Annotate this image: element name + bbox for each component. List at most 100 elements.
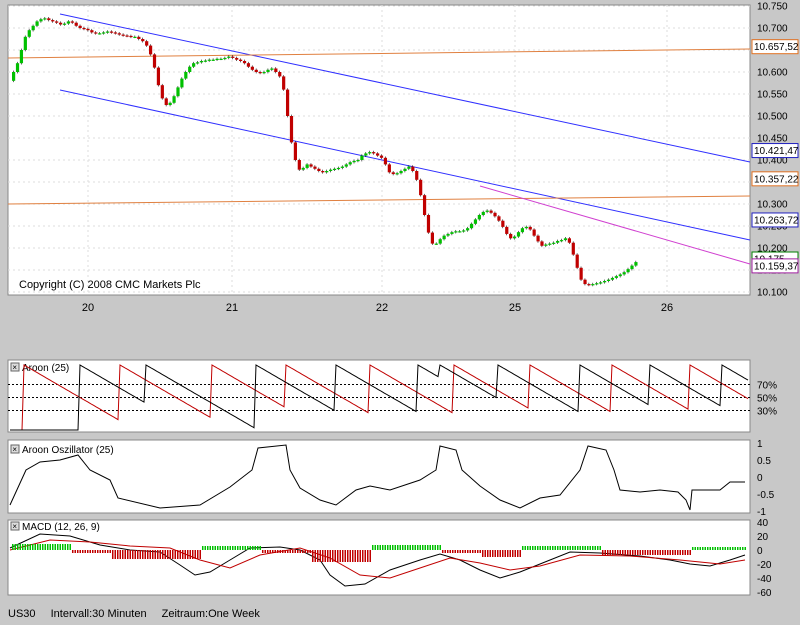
macd-tick-label: 40: [757, 518, 769, 529]
macd-histogram-bar: [377, 545, 379, 550]
candle-body: [458, 231, 461, 232]
macd-histogram-bar: [255, 546, 257, 550]
macd-histogram-bar: [547, 546, 549, 550]
macd-histogram-bar: [652, 550, 654, 555]
candle-body: [98, 33, 101, 34]
candle-body: [212, 60, 215, 61]
macd-histogram-bar: [40, 544, 42, 550]
macd-histogram-bar: [497, 550, 499, 557]
y-tick-label: 10.450: [757, 134, 788, 145]
macd-histogram-bar: [600, 546, 602, 550]
macd-histogram-bar: [192, 550, 194, 559]
candle-body: [482, 212, 485, 215]
candle-body: [388, 164, 391, 172]
macd-histogram-bar: [15, 544, 17, 550]
macd-histogram-bar: [435, 545, 437, 550]
macd-histogram-bar: [410, 545, 412, 550]
macd-histogram-bar: [707, 547, 709, 550]
macd-histogram-bar: [380, 545, 382, 550]
macd-histogram-bar: [302, 550, 304, 553]
candle-body: [247, 63, 250, 67]
macd-histogram-bar: [287, 550, 289, 553]
macd-histogram-bar: [292, 550, 294, 553]
macd-histogram-bar: [300, 550, 302, 553]
macd-histogram-bar: [367, 550, 369, 562]
y-tick-label: 10.100: [757, 288, 788, 299]
macd-histogram-bar: [640, 550, 642, 555]
macd-histogram-bar: [677, 550, 679, 555]
candle-body: [513, 237, 516, 239]
macd-histogram-bar: [172, 550, 174, 559]
macd-histogram-bar: [230, 546, 232, 550]
macd-histogram-bar: [442, 550, 444, 553]
macd-histogram-bar: [372, 545, 374, 550]
macd-histogram-bar: [745, 547, 747, 550]
macd-histogram-bar: [80, 550, 82, 553]
macd-histogram-bar: [200, 550, 202, 559]
macd-histogram-bar: [712, 547, 714, 550]
candle-body: [634, 262, 637, 266]
macd-histogram-bar: [525, 546, 527, 550]
y-tick-label: 10.300: [757, 200, 788, 211]
macd-histogram-bar: [85, 550, 87, 553]
macd-histogram-bar: [480, 550, 482, 553]
candle-body: [619, 274, 622, 276]
macd-histogram-bar: [147, 550, 149, 559]
macd-histogram-bar: [430, 545, 432, 550]
y-tick-label: 10.700: [757, 24, 788, 35]
macd-histogram-bar: [140, 550, 142, 559]
macd-histogram-bar: [562, 546, 564, 550]
macd-histogram-bar: [412, 545, 414, 550]
macd-histogram-bar: [620, 550, 622, 555]
candle-body: [94, 32, 97, 33]
macd-histogram-bar: [405, 545, 407, 550]
candle-body: [544, 244, 547, 245]
candle-body: [583, 280, 586, 284]
candle-body: [568, 238, 571, 242]
macd-histogram-bar: [352, 550, 354, 562]
macd-histogram-bar: [575, 546, 577, 550]
candle-body: [12, 72, 15, 81]
macd-histogram-bar: [507, 550, 509, 557]
candle-body: [556, 241, 559, 243]
macd-histogram-bar: [290, 550, 292, 553]
candle-body: [102, 32, 105, 33]
macd-histogram-bar: [205, 546, 207, 550]
macd-histogram-bar: [45, 544, 47, 550]
macd-histogram-bar: [52, 544, 54, 550]
macd-histogram-bar: [522, 546, 524, 550]
macd-histogram-bar: [232, 546, 234, 550]
candle-body: [443, 236, 446, 240]
candle-body: [306, 164, 309, 168]
candle-body: [611, 278, 614, 280]
macd-histogram-bar: [132, 550, 134, 559]
macd-histogram-bar: [50, 544, 52, 550]
candle-body: [349, 162, 352, 164]
macd-histogram-bar: [705, 547, 707, 550]
price-tag-label: 10.263,72: [754, 215, 799, 226]
macd-histogram-bar: [137, 550, 139, 559]
macd-histogram-bar: [22, 544, 24, 550]
candle-body: [540, 241, 543, 245]
macd-histogram-bar: [400, 545, 402, 550]
macd-histogram-bar: [20, 544, 22, 550]
macd-histogram-bar: [150, 550, 152, 559]
candle-body: [235, 58, 238, 60]
candle-body: [580, 268, 583, 280]
macd-histogram-bar: [740, 547, 742, 550]
macd-histogram-bar: [220, 546, 222, 550]
macd-histogram-bar: [345, 550, 347, 562]
macd-histogram-bar: [687, 550, 689, 555]
candle-body: [533, 230, 536, 236]
macd-histogram-bar: [180, 550, 182, 559]
price-tag: 10.159,37: [752, 259, 799, 273]
candle-body: [423, 195, 426, 215]
macd-histogram-bar: [240, 546, 242, 550]
candle-body: [141, 39, 144, 41]
candle-body: [172, 96, 175, 103]
candle-body: [28, 30, 31, 37]
macd-histogram-bar: [62, 544, 64, 550]
macd-histogram-bar: [465, 550, 467, 553]
candle-body: [415, 171, 418, 180]
macd-histogram-bar: [197, 550, 199, 559]
